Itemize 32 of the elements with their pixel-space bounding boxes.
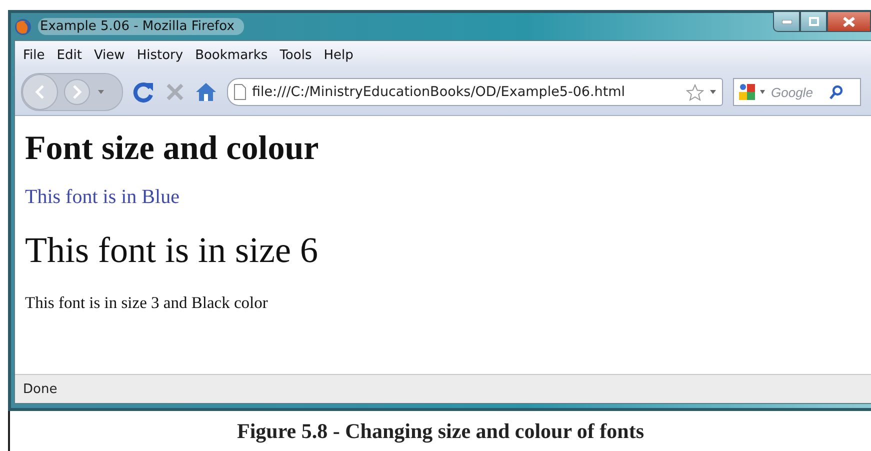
caret-icon [98, 90, 104, 94]
star-icon[interactable] [686, 84, 704, 100]
paragraph: This font is in Blue [25, 186, 180, 209]
minimize-button[interactable] [773, 11, 800, 32]
reload-icon[interactable] [133, 81, 155, 103]
menu-item[interactable]: History [136, 48, 184, 62]
maximize-icon [808, 17, 818, 26]
search-engine-icon [738, 83, 756, 101]
status-text: Done [23, 382, 58, 396]
caret-icon [760, 90, 765, 94]
maximize-button[interactable] [800, 11, 827, 32]
figure-caption: Figure 5.8 - Changing size and colour of fonts [237, 418, 644, 444]
menu-item[interactable]: Tools [280, 48, 312, 62]
page-icon [234, 84, 246, 100]
window-title: Example 5.06 - Mozilla Firefox [38, 18, 244, 35]
search-box[interactable]: Google [733, 78, 861, 106]
page-heading: Font size and colour [25, 130, 320, 168]
paragraph: This font is in size 6 [25, 229, 319, 271]
menu-item[interactable]: File [23, 48, 45, 62]
caret-icon[interactable] [710, 90, 716, 94]
menu-item[interactable]: Bookmarks [195, 48, 268, 62]
address-bar[interactable]: file:///C:/MinistryEducationBooks/OD/Example5-06.html [227, 78, 723, 106]
menu-item[interactable]: View [94, 48, 125, 62]
close-icon [843, 16, 855, 26]
menu-item[interactable]: Edit [56, 48, 82, 62]
menu-item[interactable]: Help [324, 48, 354, 62]
globe-icon [14, 18, 32, 36]
search-icon[interactable] [829, 84, 843, 100]
home-icon[interactable] [195, 82, 217, 102]
minimize-icon [782, 20, 792, 24]
close-button[interactable] [827, 11, 871, 32]
paragraph: This font is in size 3 and Black color [25, 293, 269, 313]
